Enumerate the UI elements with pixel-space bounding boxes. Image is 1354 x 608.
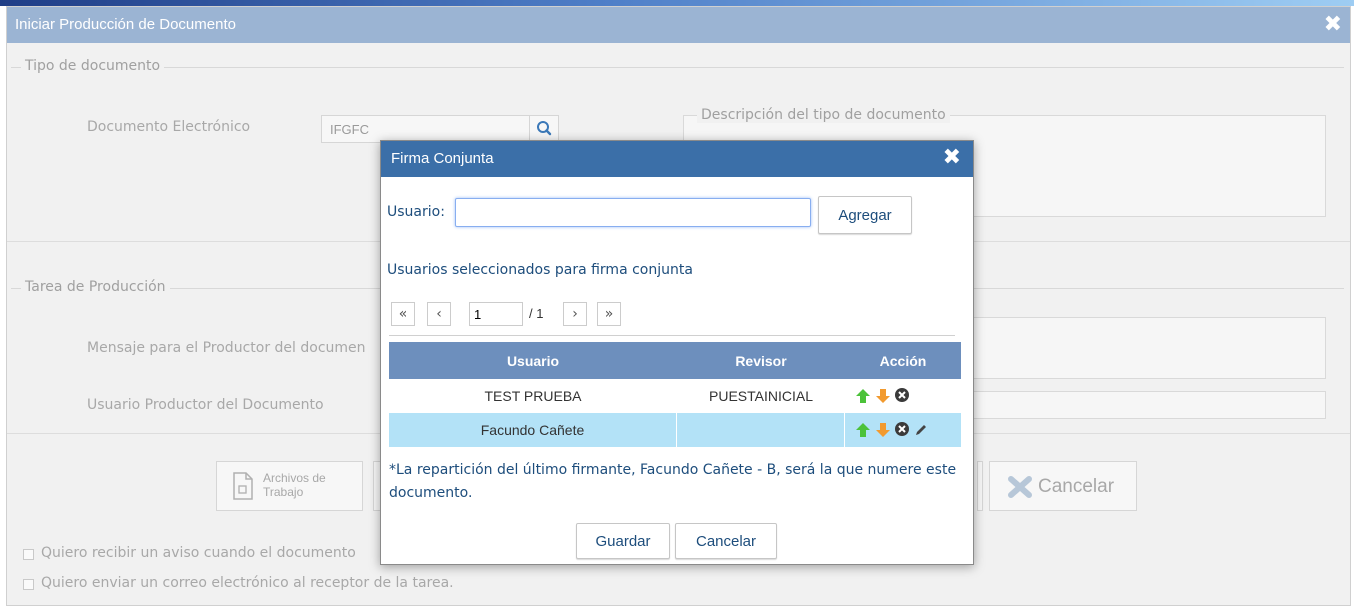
ultimo-firmante-note: *La repartición del último firmante, Fac…: [389, 462, 957, 501]
cancel-x-icon: [1008, 476, 1032, 498]
close-icon[interactable]: ✖: [1324, 12, 1342, 37]
remove-icon[interactable]: [894, 387, 910, 403]
dialog-header: Firma Conjunta ✖: [381, 141, 973, 177]
col-header-usuario: Usuario: [389, 342, 677, 379]
section-tarea-legend: Tarea de Producción: [21, 279, 170, 295]
page-total: / 1: [529, 306, 544, 321]
productor-input[interactable]: [973, 391, 1326, 419]
documento-electronico-input[interactable]: IFGFC: [321, 115, 531, 143]
cancelar-background-button[interactable]: Cancelar: [989, 461, 1137, 511]
row-revisor: [677, 413, 845, 447]
archivos-trabajo-button[interactable]: Archivos de Trabajo: [216, 461, 363, 511]
first-page-button[interactable]: «: [391, 302, 415, 326]
search-button[interactable]: [529, 115, 559, 143]
archivos-line1: Archivos de: [263, 471, 326, 485]
fieldset-tipo-line: [11, 67, 1344, 68]
guardar-button[interactable]: Guardar: [576, 523, 670, 559]
cancelar-background-label: Cancelar: [1038, 476, 1115, 497]
mensaje-textarea[interactable]: [973, 317, 1326, 379]
documento-electronico-label: Documento Electrónico: [87, 119, 251, 135]
cancelar-button[interactable]: Cancelar: [675, 523, 777, 559]
agregar-button[interactable]: Agregar: [818, 196, 912, 234]
file-icon: [233, 472, 253, 500]
arrow-up-icon[interactable]: [855, 422, 871, 438]
usuario-label: Usuario:: [387, 204, 445, 220]
close-icon[interactable]: ✖: [943, 145, 961, 170]
row-revisor: PUESTAINICIAL: [709, 388, 813, 404]
arrow-down-icon[interactable]: [875, 422, 891, 438]
hidden-button-edge[interactable]: [977, 461, 983, 511]
search-icon: [537, 121, 552, 136]
col-header-accion: Acción: [845, 342, 961, 379]
mensaje-label: Mensaje para el Productor del documen: [87, 340, 366, 356]
seleccionados-heading: Usuarios seleccionados para firma conjun…: [387, 262, 693, 278]
productor-label: Usuario Productor del Documento: [87, 397, 324, 413]
window-header: Iniciar Producción de Documento ✖: [7, 7, 1350, 43]
aviso-checkbox[interactable]: [23, 549, 34, 560]
table-row[interactable]: TEST PRUEBA PUESTAINICIAL: [389, 379, 961, 413]
last-page-button[interactable]: »: [597, 302, 621, 326]
pencil-icon[interactable]: [913, 422, 929, 438]
arrow-up-icon[interactable]: [855, 388, 871, 404]
page-number-input[interactable]: [469, 302, 523, 326]
table-row-selected[interactable]: Facundo Cañete: [389, 413, 961, 447]
arrow-down-icon[interactable]: [875, 388, 891, 404]
col-header-revisor: Revisor: [677, 342, 845, 379]
correo-checkbox-label: Quiero enviar un correo electrónico al r…: [41, 575, 454, 591]
pagination-divider: [389, 335, 955, 336]
dialog-title: Firma Conjunta: [391, 150, 494, 167]
prev-page-button[interactable]: ‹: [427, 302, 451, 326]
descripcion-legend: Descripción del tipo de documento: [697, 107, 950, 123]
next-page-button[interactable]: ›: [563, 302, 587, 326]
window-title: Iniciar Producción de Documento: [15, 16, 236, 33]
row-usuario: TEST PRUEBA: [484, 388, 582, 404]
archivos-line2: Trabajo: [263, 485, 304, 499]
usuario-input[interactable]: [455, 198, 811, 227]
correo-checkbox[interactable]: [23, 579, 34, 590]
aviso-checkbox-label: Quiero recibir un aviso cuando el docume…: [41, 545, 356, 561]
section-tipo-legend: Tipo de documento: [21, 58, 165, 74]
firma-conjunta-dialog: Firma Conjunta ✖ Usuario: Agregar Usuari…: [380, 140, 974, 565]
row-usuario: Facundo Cañete: [389, 413, 677, 447]
remove-icon[interactable]: [894, 421, 910, 437]
